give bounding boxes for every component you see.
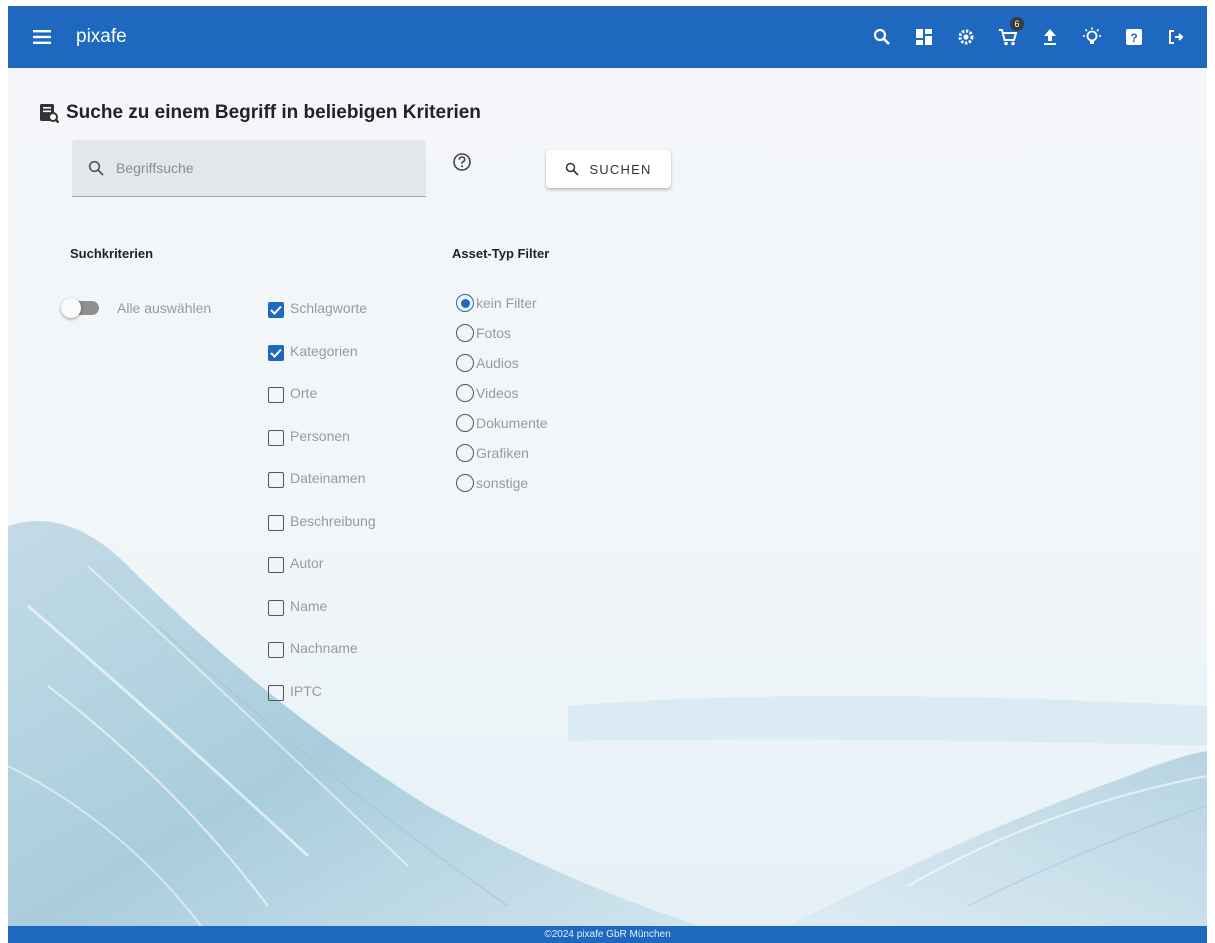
criteria-heading: Suchkriterien bbox=[70, 246, 154, 261]
criteria-checkbox-row[interactable]: Name bbox=[268, 598, 376, 641]
asset-type-label: Audios bbox=[476, 355, 519, 371]
asset-type-label: Dokumente bbox=[476, 415, 548, 431]
checkbox-empty-icon[interactable] bbox=[268, 387, 284, 403]
criteria-checkbox-row[interactable]: Beschreibung bbox=[268, 513, 376, 556]
footer: ©2024 pixafe GbR München bbox=[8, 926, 1207, 943]
asset-type-radio-row[interactable]: Fotos bbox=[456, 324, 548, 354]
lightbulb-icon[interactable] bbox=[1081, 26, 1103, 48]
page-title-text: Suche zu einem Begriff in beliebigen Kri… bbox=[66, 102, 481, 123]
window-frame-right bbox=[1207, 0, 1215, 943]
radio-dot bbox=[460, 298, 470, 308]
page-title: Suche zu einem Begriff in beliebigen Kri… bbox=[38, 102, 481, 124]
checkbox-empty-icon[interactable] bbox=[268, 514, 284, 531]
search-icon bbox=[565, 162, 580, 176]
asset-type-radio-row[interactable]: Audios bbox=[456, 354, 548, 384]
criteria-checkbox-row[interactable]: Dateinamen bbox=[268, 470, 376, 513]
criteria-checkbox-row[interactable]: Schlagworte bbox=[268, 300, 376, 343]
help-icon[interactable]: ? bbox=[1123, 26, 1145, 48]
criteria-checkbox-list: Schlagworte Kategorien Orte Personen Dateina… bbox=[268, 300, 376, 725]
checkbox-empty-icon[interactable] bbox=[268, 599, 284, 616]
criteria-checkbox-label: Schlagworte bbox=[290, 300, 368, 316]
help-circle-icon[interactable] bbox=[452, 152, 472, 172]
select-all-toggle[interactable]: Alle auswählen bbox=[61, 298, 212, 318]
checkbox-checked-icon[interactable] bbox=[268, 302, 284, 318]
radio-empty-icon[interactable] bbox=[456, 414, 474, 432]
select-all-label: Alle auswählen bbox=[117, 300, 212, 316]
radio-empty-icon[interactable] bbox=[456, 474, 474, 492]
criteria-checkbox-label: Autor bbox=[290, 555, 324, 571]
toggle-thumb[interactable] bbox=[61, 298, 81, 318]
search-input-field[interactable] bbox=[72, 140, 426, 197]
asset-type-radio-row[interactable]: Videos bbox=[456, 384, 548, 414]
hamburger-menu-icon[interactable] bbox=[28, 23, 56, 51]
checkbox-empty-icon[interactable] bbox=[268, 642, 284, 658]
footer-text: ©2024 pixafe GbR München bbox=[544, 929, 671, 940]
radio-empty-icon[interactable] bbox=[456, 324, 474, 342]
asset-type-label: Grafiken bbox=[476, 445, 529, 461]
criteria-checkbox-row[interactable]: Personen bbox=[268, 428, 376, 471]
criteria-checkbox-label: Dateinamen bbox=[290, 470, 366, 486]
checkbox-empty-icon[interactable] bbox=[268, 684, 284, 701]
asset-type-radio-row[interactable]: Grafiken bbox=[456, 444, 548, 474]
window-frame-top bbox=[0, 0, 1215, 6]
checkbox-empty-icon[interactable] bbox=[268, 429, 284, 446]
top-bar-actions: 6 ? bbox=[861, 6, 1197, 68]
asset-filter-heading: Asset-Typ Filter bbox=[452, 246, 550, 261]
criteria-checkbox-row[interactable]: Kategorien bbox=[268, 343, 376, 386]
asset-type-label: kein Filter bbox=[476, 295, 537, 311]
criteria-checkbox-row[interactable]: Autor bbox=[268, 555, 376, 598]
logout-icon[interactable] bbox=[1165, 26, 1187, 48]
criteria-checkbox-label: Nachname bbox=[290, 640, 358, 656]
search-icon bbox=[86, 158, 106, 178]
checkbox-empty-icon[interactable] bbox=[268, 472, 284, 488]
search-button[interactable]: SUCHEN bbox=[546, 150, 671, 188]
asset-type-radio-row[interactable]: kein Filter bbox=[456, 294, 548, 324]
search-page: Suche zu einem Begriff in beliebigen Kri… bbox=[8, 68, 1207, 943]
search-document-icon bbox=[38, 102, 60, 124]
criteria-checkbox-label: Beschreibung bbox=[290, 512, 376, 529]
asset-type-radio-group: kein Filter Fotos Audios Videos Dokumente Gra… bbox=[456, 294, 548, 504]
asset-type-label: Fotos bbox=[476, 325, 512, 341]
criteria-checkbox-label: IPTC bbox=[290, 682, 322, 699]
cart-icon[interactable]: 6 bbox=[997, 17, 1024, 48]
radio-empty-icon[interactable] bbox=[456, 354, 474, 372]
asset-type-radio-row[interactable]: sonstige bbox=[456, 474, 548, 504]
criteria-checkbox-label: Kategorien bbox=[290, 342, 358, 359]
search-input[interactable] bbox=[114, 159, 418, 177]
criteria-checkbox-label: Personen bbox=[290, 427, 350, 444]
criteria-checkbox-label: Orte bbox=[290, 385, 318, 401]
gear-icon[interactable] bbox=[955, 26, 977, 48]
criteria-checkbox-label: Name bbox=[290, 597, 328, 614]
checkbox-checked-icon[interactable] bbox=[268, 344, 284, 361]
toggle-track[interactable] bbox=[61, 298, 99, 318]
search-icon[interactable] bbox=[871, 26, 893, 48]
criteria-checkbox-row[interactable]: IPTC bbox=[268, 683, 376, 726]
checkbox-empty-icon[interactable] bbox=[268, 557, 284, 573]
app-title: pixafe bbox=[76, 26, 127, 47]
dashboard-icon[interactable] bbox=[913, 26, 935, 48]
criteria-checkbox-row[interactable]: Orte bbox=[268, 385, 376, 428]
asset-type-radio-row[interactable]: Dokumente bbox=[456, 414, 548, 444]
asset-type-label: sonstige bbox=[476, 475, 529, 491]
app-top-bar: pixafe 6 ? bbox=[8, 6, 1207, 68]
criteria-checkbox-row[interactable]: Nachname bbox=[268, 640, 376, 683]
upload-icon[interactable] bbox=[1039, 26, 1061, 48]
window-frame-left bbox=[0, 0, 8, 943]
radio-empty-icon[interactable] bbox=[456, 384, 474, 402]
cart-count-badge: 6 bbox=[1010, 17, 1024, 31]
asset-type-label: Videos bbox=[476, 385, 519, 401]
svg-text:?: ? bbox=[1130, 31, 1137, 45]
radio-empty-icon[interactable] bbox=[456, 444, 474, 462]
radio-selected-icon[interactable] bbox=[456, 294, 474, 312]
search-button-label: SUCHEN bbox=[589, 161, 652, 177]
